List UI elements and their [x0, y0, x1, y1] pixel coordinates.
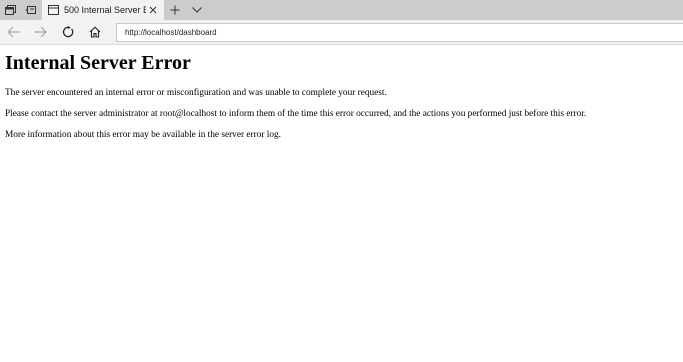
arrow-right-icon: [34, 26, 47, 38]
new-tab-button[interactable]: [164, 0, 186, 20]
page-heading: Internal Server Error: [5, 52, 191, 74]
tab-strip: 500 Internal Server Erro: [0, 0, 683, 20]
page-icon: [48, 5, 59, 15]
tab-title: 500 Internal Server Erro: [64, 5, 146, 15]
address-bar[interactable]: http://localhost/dashboard: [116, 23, 683, 42]
chevron-down-icon: [192, 7, 202, 13]
arrow-left-icon: [7, 26, 20, 38]
back-button[interactable]: [0, 20, 27, 45]
restore-tabs-icon: [25, 6, 36, 14]
tab-close-button[interactable]: [146, 3, 160, 17]
refresh-icon: [62, 26, 73, 38]
tab-list-button[interactable]: [186, 0, 208, 20]
forward-button[interactable]: [27, 20, 54, 45]
error-paragraph-3: More information about this error may be…: [5, 130, 281, 140]
home-icon: [89, 26, 100, 38]
set-aside-tabs-icon: [4, 5, 16, 15]
address-url[interactable]: http://localhost/dashboard: [125, 28, 217, 37]
restore-tabs-button[interactable]: [20, 0, 40, 20]
close-icon: [149, 6, 157, 14]
navigation-bar: http://localhost/dashboard: [0, 20, 683, 45]
page-content: Internal Server Error The server encount…: [5, 52, 675, 150]
error-paragraph-2: Please contact the server administrator …: [5, 109, 587, 119]
home-button[interactable]: [81, 20, 108, 45]
refresh-button[interactable]: [54, 20, 81, 45]
error-paragraph-1: The server encountered an internal error…: [5, 88, 387, 98]
plus-icon: [170, 5, 180, 15]
set-aside-tabs-button[interactable]: [0, 0, 20, 20]
tab-active[interactable]: 500 Internal Server Erro: [42, 0, 164, 20]
